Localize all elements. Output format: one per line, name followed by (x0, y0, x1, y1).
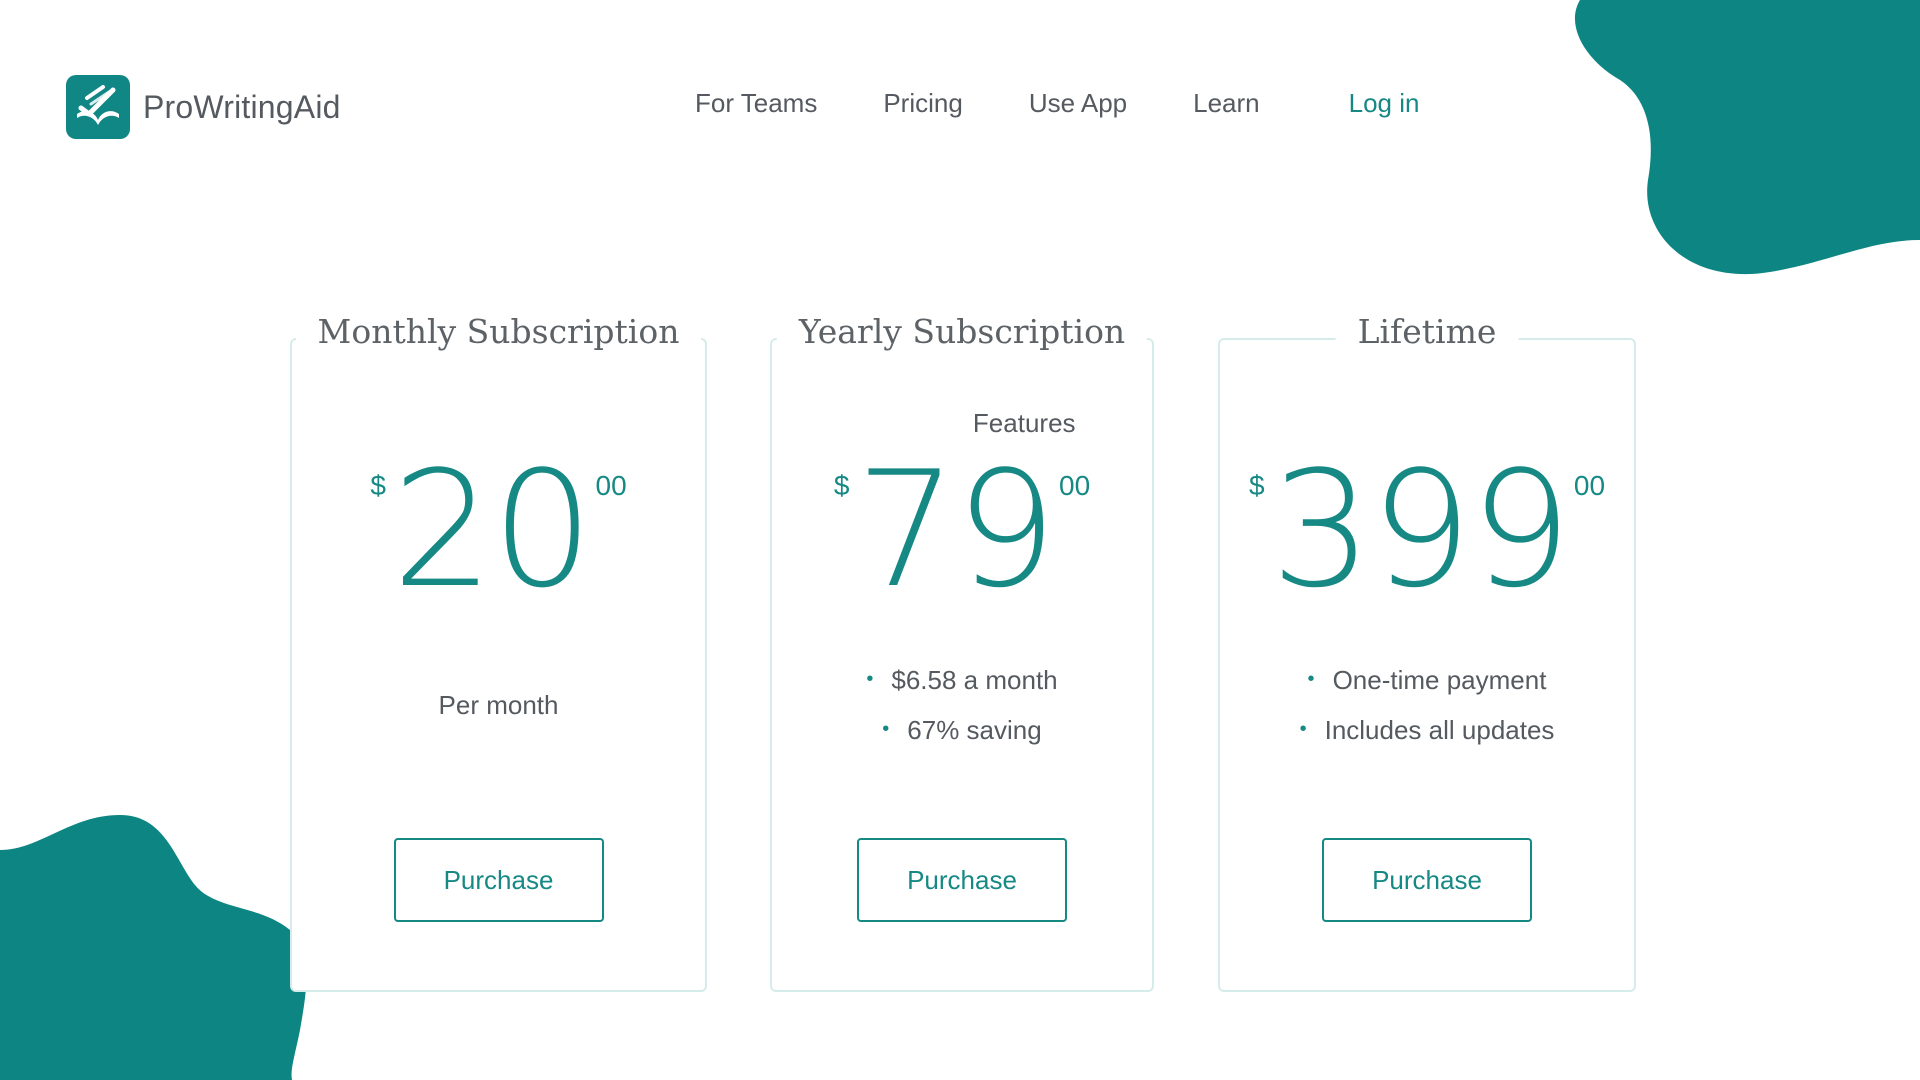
purchase-button-monthly[interactable]: Purchase (393, 838, 604, 922)
nav-features[interactable]: Features (695, 408, 1353, 439)
price-currency: $ (370, 470, 386, 501)
feature-text: $6.58 a month (891, 665, 1058, 695)
plan-price: $ 20 00 (292, 450, 705, 610)
open-book-checkmark-icon (77, 85, 119, 125)
price-amount: 79 (855, 436, 1057, 623)
plan-subtitle: Per month (438, 690, 559, 720)
nav-learn[interactable]: Learn (1193, 88, 1260, 119)
plan-card-monthly: Monthly Subscription $ 20 00 Per month P… (290, 312, 707, 992)
brand-name: ProWritingAid (143, 88, 341, 125)
brand-logo[interactable]: ProWritingAid (66, 75, 341, 139)
bullet-icon: • (1299, 718, 1307, 741)
plan-title: Lifetime (1335, 312, 1519, 351)
price-currency: $ (1248, 470, 1265, 501)
feature-item: • One-time payment (1220, 660, 1634, 710)
price-amount: 399 (1270, 436, 1572, 623)
nav-for-teams[interactable]: For Teams (695, 88, 817, 119)
pricing-page: ProWritingAid Features For Teams Pricing… (0, 0, 1920, 1080)
nav-log-in[interactable]: Log in (1349, 88, 1420, 119)
feature-text: Includes all updates (1324, 715, 1555, 745)
plan-title: Monthly Subscription (295, 312, 702, 351)
nav-use-app[interactable]: Use App (1029, 88, 1127, 119)
price-cents: 00 (1059, 470, 1091, 501)
price-cents: 00 (1573, 470, 1606, 501)
plan-price: $ 399 00 (1220, 450, 1634, 610)
decorative-blob-top-right (1574, 0, 1920, 275)
bullet-icon: • (866, 668, 874, 691)
plan-title: Yearly Subscription (776, 312, 1148, 351)
main-nav: Features For Teams Pricing Use App Learn… (695, 88, 1420, 438)
purchase-button-lifetime[interactable]: Purchase (1322, 838, 1532, 922)
logo-mark (66, 75, 130, 139)
feature-item: • 67% saving (772, 710, 1152, 760)
price-amount: 20 (391, 436, 594, 623)
bullet-icon: • (882, 718, 890, 741)
decorative-blob-bottom-left (0, 815, 307, 1080)
price-currency: $ (833, 470, 850, 501)
nav-pricing[interactable]: Pricing (883, 88, 962, 119)
feature-text: 67% saving (907, 715, 1042, 745)
price-cents: 00 (595, 470, 627, 501)
feature-text: One-time payment (1332, 665, 1547, 695)
plan-features: • $6.58 a month • 67% saving (772, 660, 1152, 760)
feature-item: • $6.58 a month (772, 660, 1152, 710)
plan-features: • One-time payment • Includes all updates (1220, 660, 1634, 760)
bullet-icon: • (1307, 668, 1315, 691)
purchase-button-yearly[interactable]: Purchase (857, 838, 1067, 922)
plan-price: $ 79 00 (772, 450, 1152, 610)
feature-item: • Includes all updates (1220, 710, 1634, 760)
